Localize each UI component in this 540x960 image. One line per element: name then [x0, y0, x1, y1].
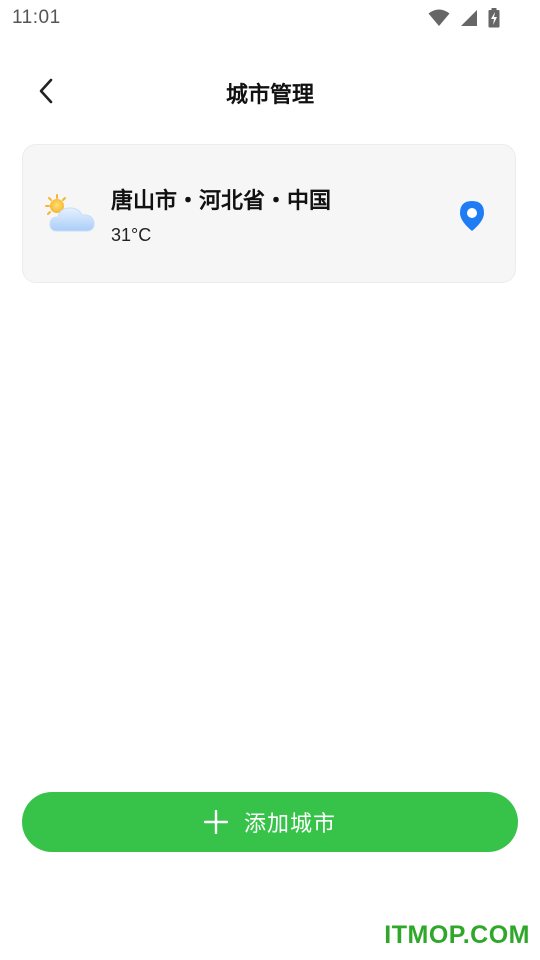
status-time: 11:01: [12, 7, 61, 28]
wifi-icon: [428, 9, 450, 27]
plus-icon: [203, 809, 229, 835]
battery-charging-icon: [488, 8, 500, 28]
cellular-signal-icon: [460, 9, 478, 27]
watermark: ITMOP.COM: [384, 921, 530, 949]
page-title: 城市管理: [225, 83, 314, 108]
city-temperature: 31°C: [111, 225, 152, 245]
city-name: 唐山市・河北省・中国: [111, 189, 332, 214]
partly-cloudy-icon: [43, 193, 101, 239]
status-bar: 11:01: [0, 0, 540, 36]
add-city-button[interactable]: 添加城市: [22, 792, 518, 852]
city-card[interactable]: 唐山市・河北省・中国 31°C: [22, 144, 516, 283]
header: 城市管理: [0, 64, 540, 122]
add-city-label: 添加城市: [243, 812, 336, 837]
location-pin-icon[interactable]: [457, 199, 487, 233]
status-icons: [428, 8, 500, 28]
